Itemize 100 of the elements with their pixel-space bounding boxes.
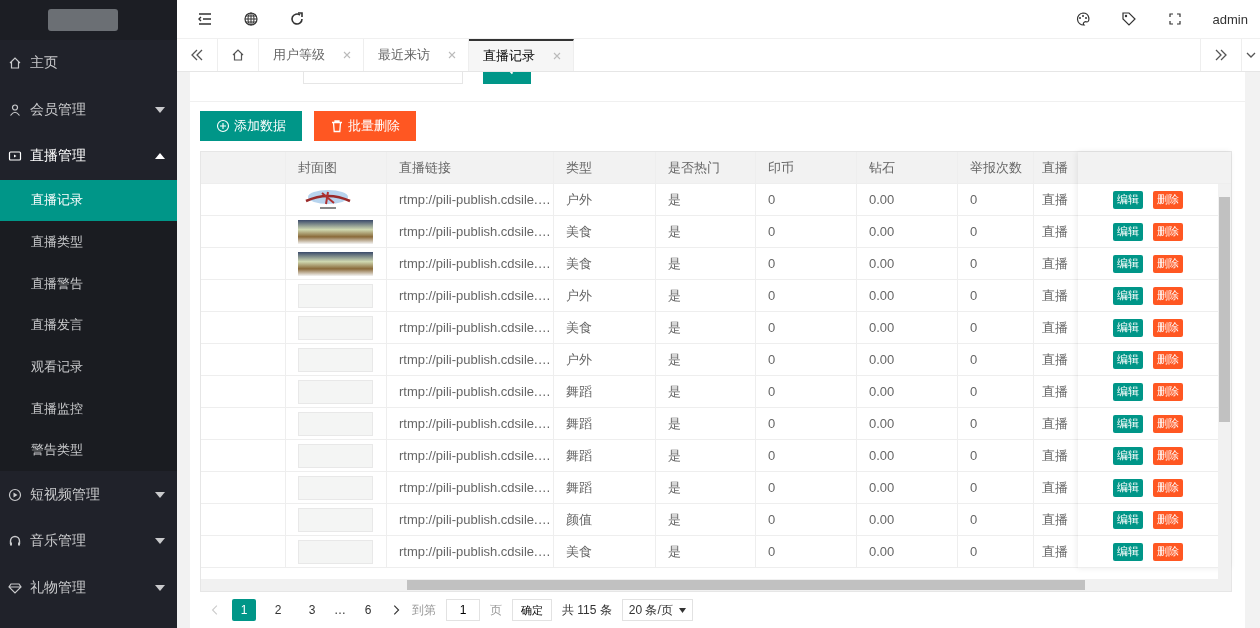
edit-button[interactable]: 编辑 bbox=[1113, 478, 1143, 497]
table-cell: 0 bbox=[756, 376, 857, 407]
table-cell: rtmp://pili-publish.cdsile.… bbox=[387, 216, 554, 247]
sidebar-item[interactable]: 音乐管理 bbox=[0, 517, 177, 565]
sidebar-subitem[interactable]: 直播类型 bbox=[0, 221, 177, 263]
table-cell: 0 bbox=[958, 248, 1034, 279]
table-cell: rtmp://pili-publish.cdsile.… bbox=[387, 440, 554, 471]
delete-button[interactable]: 删除 bbox=[1153, 190, 1183, 209]
page-number[interactable]: 6 bbox=[356, 599, 380, 621]
page-input[interactable]: 1 bbox=[446, 599, 480, 621]
table-cell: 是 bbox=[656, 408, 756, 439]
table-cell: 美食 bbox=[554, 216, 656, 247]
edit-button[interactable]: 编辑 bbox=[1113, 318, 1143, 337]
edit-button[interactable]: 编辑 bbox=[1113, 382, 1143, 401]
table-cell: 0.00 bbox=[857, 280, 958, 311]
table-cell: 0.00 bbox=[857, 536, 958, 567]
sidebar-item[interactable]: 短视频管理 bbox=[0, 471, 177, 518]
edit-button[interactable]: 编辑 bbox=[1113, 254, 1143, 273]
edit-button[interactable]: 编辑 bbox=[1113, 222, 1143, 241]
user-name[interactable]: admin bbox=[1212, 11, 1248, 27]
edit-button[interactable]: 编辑 bbox=[1113, 414, 1143, 433]
edit-button[interactable]: 编辑 bbox=[1113, 510, 1143, 529]
delete-button[interactable]: 删除 bbox=[1153, 446, 1183, 465]
column-header: 直播链接 bbox=[387, 152, 554, 183]
plus-circle-icon bbox=[216, 119, 230, 133]
vertical-scrollbar[interactable] bbox=[1218, 184, 1231, 579]
table-cell-text: 直播 bbox=[1041, 510, 1069, 529]
table-cell: 0 bbox=[756, 440, 857, 471]
table-cell: 是 bbox=[656, 248, 756, 279]
table-cell: 是 bbox=[656, 440, 756, 471]
delete-button[interactable]: 删除 bbox=[1153, 382, 1183, 401]
table-cell: 是 bbox=[656, 472, 756, 503]
column-header: 举报次数 bbox=[958, 152, 1034, 183]
table-cell-text: 直播 bbox=[1041, 286, 1069, 305]
delete-button[interactable]: 删除 bbox=[1153, 414, 1183, 433]
edit-button[interactable]: 编辑 bbox=[1113, 286, 1143, 305]
edit-button[interactable]: 编辑 bbox=[1113, 446, 1143, 465]
screen-play-icon bbox=[8, 149, 22, 164]
caret-icon bbox=[155, 491, 165, 498]
page-number[interactable]: 3 bbox=[300, 599, 324, 621]
table-cell: 是 bbox=[656, 280, 756, 311]
sidebar-item[interactable]: 礼物管理 bbox=[0, 564, 177, 611]
table-cell: rtmp://pili-publish.cdsile.… bbox=[387, 248, 554, 279]
horizontal-scrollbar[interactable] bbox=[201, 579, 1231, 591]
sidebar-subitem[interactable]: 直播记录 bbox=[0, 179, 177, 222]
sidebar-item[interactable]: 主页 bbox=[0, 40, 177, 87]
table-cell: 0 bbox=[756, 344, 857, 375]
table-cell: rtmp://pili-publish.cdsile.… bbox=[387, 312, 554, 343]
delete-button[interactable]: 删除 bbox=[1153, 254, 1183, 273]
table-cell: 美食 bbox=[554, 248, 656, 279]
page-number[interactable]: 1 bbox=[232, 599, 256, 621]
delete-button[interactable]: 删除 bbox=[1153, 478, 1183, 497]
logo-placeholder bbox=[48, 9, 118, 31]
delete-button[interactable]: 删除 bbox=[1153, 542, 1183, 561]
table-cell: 0 bbox=[958, 504, 1034, 535]
edit-button[interactable]: 编辑 bbox=[1113, 542, 1143, 561]
table-cell: 0 bbox=[756, 216, 857, 247]
sidebar-subitem[interactable]: 直播监控 bbox=[0, 387, 177, 430]
table-cell-text: 直播 bbox=[1041, 542, 1069, 561]
table-cell-text: 直播 bbox=[1041, 478, 1069, 497]
table-cell: 0 bbox=[958, 408, 1034, 439]
table-cell: 是 bbox=[656, 536, 756, 567]
table-cell: 0.00 bbox=[857, 408, 958, 439]
table-cell: 0 bbox=[958, 312, 1034, 343]
delete-button[interactable]: 删除 bbox=[1153, 318, 1183, 337]
caret-icon bbox=[155, 584, 165, 591]
table-cell: 0.00 bbox=[857, 472, 958, 503]
edit-button[interactable]: 编辑 bbox=[1113, 190, 1143, 209]
sidebar-subitem[interactable]: 观看记录 bbox=[0, 346, 177, 388]
table-cell: 0 bbox=[958, 216, 1034, 247]
table-cell: 舞蹈 bbox=[554, 376, 656, 407]
sidebar-subitem[interactable]: 直播警告 bbox=[0, 262, 177, 305]
home-icon bbox=[231, 48, 245, 62]
sidebar-subitem[interactable]: 警告类型 bbox=[0, 429, 177, 472]
table-cell: 0.00 bbox=[857, 376, 958, 407]
batch-delete-button[interactable]: 批量删除 bbox=[314, 111, 416, 141]
table-cell: 0 bbox=[958, 376, 1034, 407]
double-chevron-right-icon bbox=[1214, 48, 1228, 62]
page-number[interactable]: 2 bbox=[266, 599, 290, 621]
page-size-select[interactable]: 20 条/页 bbox=[621, 599, 693, 621]
sidebar-item[interactable]: 直播管理 bbox=[0, 133, 177, 180]
tab[interactable]: 用户等级 bbox=[259, 39, 364, 71]
delete-button[interactable]: 删除 bbox=[1153, 286, 1183, 305]
sidebar-subitem[interactable]: 直播发言 bbox=[0, 304, 177, 347]
delete-button[interactable]: 删除 bbox=[1153, 350, 1183, 369]
confirm-button[interactable]: 确定 bbox=[512, 599, 552, 621]
table-cell: 户外 bbox=[554, 184, 656, 215]
table-cell: 0.00 bbox=[857, 312, 958, 343]
column-header: 直播 bbox=[1041, 158, 1069, 177]
table-cell-text: 直播 bbox=[1041, 446, 1069, 465]
add-data-button[interactable]: 添加数据 bbox=[200, 111, 302, 141]
menu-fold-icon bbox=[197, 11, 213, 27]
sidebar-item[interactable]: 会员管理 bbox=[0, 86, 177, 133]
delete-button[interactable]: 删除 bbox=[1153, 222, 1183, 241]
table-cell: 舞蹈 bbox=[554, 472, 656, 503]
edit-button[interactable]: 编辑 bbox=[1113, 350, 1143, 369]
table-cell: 户外 bbox=[554, 280, 656, 311]
delete-button[interactable]: 删除 bbox=[1153, 510, 1183, 529]
table-cell: rtmp://pili-publish.cdsile.… bbox=[387, 472, 554, 503]
tab[interactable]: 直播记录 bbox=[469, 39, 574, 71]
